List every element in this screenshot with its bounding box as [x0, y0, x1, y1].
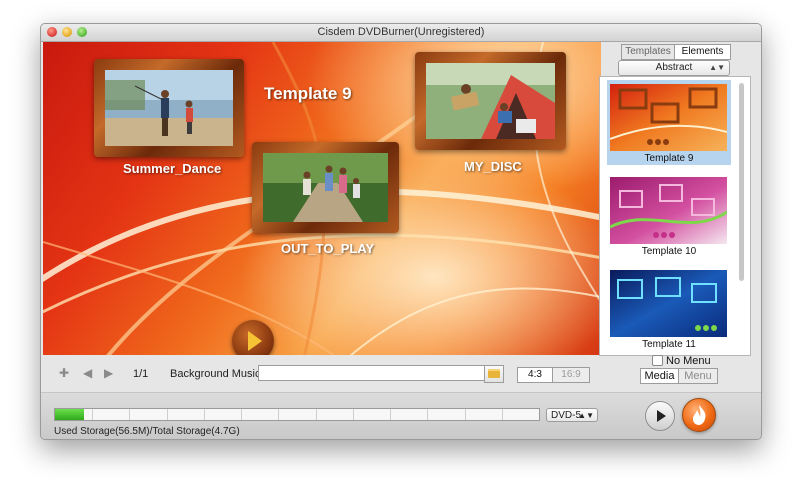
storage-bar-tick	[502, 409, 503, 420]
storage-bar-tick	[167, 409, 168, 420]
page-indicator: 1/1	[133, 368, 149, 380]
mode-media-button[interactable]: Media	[640, 368, 679, 384]
menu-item-label-3: MY_DISC	[464, 159, 522, 174]
folder-icon	[488, 369, 500, 378]
storage-bar-tick	[92, 409, 93, 420]
arrow-right-icon[interactable]: ▶	[104, 366, 113, 380]
storage-bar-tick	[465, 409, 466, 420]
storage-bar-tick	[390, 409, 391, 420]
template-thumbnail	[610, 177, 727, 244]
arrow-left-icon[interactable]: ◀	[83, 366, 92, 380]
up-down-arrows-icon: ▲▼	[578, 411, 594, 420]
burn-button[interactable]	[682, 398, 716, 432]
window-title: Cisdem DVDBurner(Unregistered)	[317, 26, 485, 38]
menu-play-button[interactable]	[232, 320, 274, 355]
storage-usage-text: Used Storage(56.5M)/Total Storage(4.7G)	[54, 426, 240, 437]
no-menu-checkbox[interactable]	[652, 355, 663, 366]
storage-bar-tick	[316, 409, 317, 420]
category-select-value: Abstract	[655, 62, 693, 73]
storage-bar-tick	[204, 409, 205, 420]
template-item-10[interactable]: Template 10	[607, 173, 731, 258]
aspect-ratio-4-3-button[interactable]: 4:3	[517, 367, 553, 383]
menu-item-frame-2[interactable]	[252, 142, 399, 233]
menu-item-frame-3[interactable]	[415, 52, 566, 150]
menu-preview: Summer_Dance Template 9 OUT_TO_PLAY MY_D…	[43, 42, 601, 355]
up-down-arrows-icon: ▲▼	[709, 63, 725, 72]
menu-title: Template 9	[264, 84, 352, 103]
menu-item-frame-1[interactable]	[94, 59, 244, 157]
tab-elements[interactable]: Elements	[674, 44, 731, 60]
storage-usage-bar	[54, 408, 540, 421]
template-thumbnail	[610, 270, 727, 337]
flame-icon	[693, 405, 706, 425]
mode-menu-button[interactable]: Menu	[678, 368, 718, 384]
disc-type-value: DVD-5	[551, 410, 582, 421]
template-list-scrollbar[interactable]	[739, 83, 744, 281]
menu-item-label-2: OUT_TO_PLAY	[281, 241, 375, 256]
menu-item-label-1: Summer_Dance	[123, 161, 222, 176]
template-item-9[interactable]: Template 9	[607, 80, 731, 165]
template-label: Template 9	[644, 153, 694, 164]
template-item-11[interactable]: Template 11	[607, 266, 731, 351]
template-label: Template 11	[642, 339, 696, 350]
storage-bar-tick	[129, 409, 130, 420]
background-music-label: Background Music:	[170, 368, 264, 380]
storage-usage-fill	[55, 409, 84, 420]
background-music-field[interactable]	[258, 365, 494, 381]
browse-music-button[interactable]	[484, 365, 504, 383]
storage-bar-tick	[278, 409, 279, 420]
storage-bar-tick	[427, 409, 428, 420]
title-bar: Cisdem DVDBurner(Unregistered)	[41, 24, 761, 42]
photo-thumbnail	[426, 63, 555, 139]
template-label: Template 10	[641, 246, 697, 257]
template-list: Template 9 Template 10 Template 11	[599, 76, 751, 356]
app-window: Cisdem DVDBurner(Unregistered) Summer_Da…	[40, 23, 762, 440]
tab-templates[interactable]: Templates	[621, 44, 675, 60]
no-menu-label: No Menu	[666, 355, 711, 367]
disc-type-select[interactable]: DVD-5 ▲▼	[546, 408, 598, 422]
storage-bar-tick	[241, 409, 242, 420]
template-thumbnail	[610, 84, 727, 151]
aspect-ratio-16-9-button[interactable]: 16:9	[552, 367, 590, 383]
preview-play-button[interactable]	[645, 401, 675, 431]
storage-bar-tick	[353, 409, 354, 420]
photo-thumbnail	[105, 70, 233, 146]
add-icon[interactable]: ✚	[59, 366, 69, 380]
category-select[interactable]: Abstract ▲▼	[618, 60, 730, 76]
photo-thumbnail	[263, 153, 388, 222]
